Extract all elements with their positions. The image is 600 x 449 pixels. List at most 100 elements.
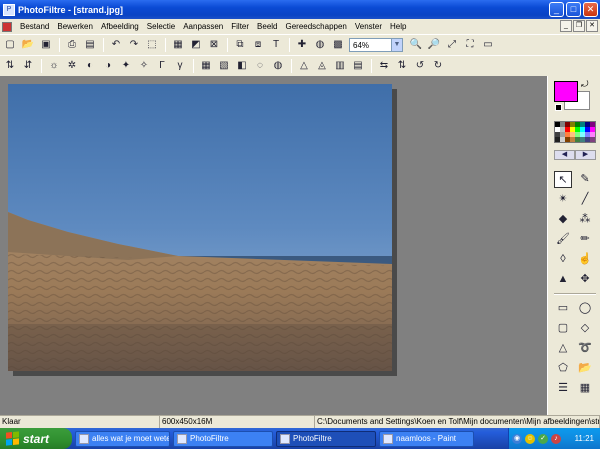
gallery-icon[interactable]: ▩ — [331, 38, 345, 52]
zoom-in-icon[interactable]: 🔍 — [409, 38, 423, 52]
line-icon[interactable]: ╱ — [576, 191, 594, 208]
auto-contrast-icon[interactable]: ⇵ — [21, 59, 35, 73]
rotate-right-icon[interactable]: ↻ — [431, 59, 445, 73]
smudge-icon[interactable]: ☝ — [576, 251, 594, 268]
triangle-icon[interactable]: △ — [297, 59, 311, 73]
close-icon[interactable]: ✕ — [586, 20, 598, 32]
gamma-down-icon[interactable]: γ — [173, 59, 187, 73]
menu-afbeelding[interactable]: Afbeelding — [97, 22, 143, 31]
copy-icon[interactable]: ⧉ — [233, 38, 247, 52]
soften-icon[interactable]: ◍ — [271, 59, 285, 73]
menu-bestand[interactable]: Bestand — [16, 22, 53, 31]
transform-icon[interactable]: ⊠ — [207, 38, 221, 52]
diamond-select-icon[interactable]: ◇ — [576, 320, 594, 337]
blur-icon[interactable]: ◌ — [253, 59, 267, 73]
plugin-icon[interactable]: ✚ — [295, 38, 309, 52]
image-size-icon[interactable]: ▦ — [171, 38, 185, 52]
brightness-down-icon[interactable]: ✲ — [65, 59, 79, 73]
color-balance-icon[interactable]: ▤ — [351, 59, 365, 73]
gamma-up-icon[interactable]: Γ — [155, 59, 169, 73]
actual-size-icon[interactable]: ⛶ — [463, 38, 477, 52]
align-icon[interactable]: ☰ — [554, 380, 572, 397]
menu-gereedschappen[interactable]: Gereedschappen — [282, 22, 351, 31]
auto-levels-icon[interactable]: ⇅ — [3, 59, 17, 73]
brush-icon[interactable]: 🖌 — [554, 231, 572, 248]
chevron-down-icon[interactable]: ▼ — [391, 39, 402, 51]
sharpen-icon[interactable]: ◧ — [235, 59, 249, 73]
messenger-icon[interactable]: ☺ — [525, 433, 535, 444]
swap-colors-icon[interactable]: ⤾ — [581, 79, 589, 90]
taskbar-item[interactable]: PhotoFiltre — [173, 430, 273, 447]
selection-arrow-icon[interactable]: ↖ — [554, 171, 572, 188]
magic-wand-icon[interactable]: ✴ — [554, 191, 572, 208]
grayscale-icon[interactable]: ▦ — [199, 59, 213, 73]
rectangle-select-icon[interactable]: ▭ — [554, 300, 572, 317]
image-canvas[interactable] — [8, 84, 392, 371]
undo-icon[interactable]: ↶ — [109, 38, 123, 52]
network-icon[interactable]: ◉ — [512, 433, 522, 444]
fit-to-window-icon[interactable]: ⤢ — [445, 38, 459, 52]
crop-icon[interactable]: ⬚ — [145, 38, 159, 52]
grid-icon[interactable]: ▦ — [576, 380, 594, 397]
contrast-up-icon[interactable]: ◐ — [83, 59, 97, 73]
brightness-up-icon[interactable]: ☼ — [47, 59, 61, 73]
menu-bewerken[interactable]: Bewerken — [53, 22, 97, 31]
layers-icon[interactable]: ◩ — [189, 38, 203, 52]
reset-colors-icon[interactable] — [555, 104, 562, 111]
taskbar-item[interactable]: naamloos - Paint — [379, 430, 474, 447]
workspace[interactable] — [0, 76, 547, 415]
polygon-select-icon[interactable]: ⬠ — [554, 360, 572, 377]
new-file-icon[interactable]: ▢ — [3, 38, 17, 52]
pencil-icon[interactable]: ✏ — [576, 231, 594, 248]
taskbar-item[interactable]: alles wat je moet weten — [75, 430, 170, 447]
document-icon[interactable] — [2, 21, 12, 32]
saturation-up-icon[interactable]: ✦ — [119, 59, 133, 73]
sepia-icon[interactable]: ▧ — [217, 59, 231, 73]
rgb-icon[interactable]: ▥ — [333, 59, 347, 73]
save-icon[interactable]: ▣ — [39, 38, 53, 52]
maximize-icon[interactable]: □ — [566, 2, 581, 17]
menu-beeld[interactable]: Beeld — [253, 22, 281, 31]
palette-swatch[interactable] — [590, 137, 595, 142]
fullscreen-icon[interactable]: ▭ — [481, 38, 495, 52]
taskbar-item-active[interactable]: PhotoFiltre — [276, 430, 376, 447]
color-palette[interactable] — [554, 121, 596, 143]
drop-icon[interactable]: ◬ — [315, 59, 329, 73]
saturation-down-icon[interactable]: ✧ — [137, 59, 151, 73]
foreground-color-swatch[interactable] — [554, 81, 578, 102]
minimize-icon[interactable]: _ — [560, 20, 572, 32]
fill-bucket-icon[interactable]: ◆ — [554, 211, 572, 228]
ellipse-select-icon[interactable]: ◯ — [576, 300, 594, 317]
close-icon[interactable]: ✕ — [583, 2, 598, 17]
open-shape-icon[interactable]: 📂 — [576, 360, 594, 377]
text-icon[interactable]: T — [269, 38, 283, 52]
rounded-rect-select-icon[interactable]: ▢ — [554, 320, 572, 337]
menu-venster[interactable]: Venster — [351, 22, 386, 31]
menu-help[interactable]: Help — [386, 22, 410, 31]
antivirus-icon[interactable]: ✓ — [538, 433, 548, 444]
restore-icon[interactable]: ❐ — [573, 20, 585, 32]
print-icon[interactable]: ⎙ — [65, 38, 79, 52]
menu-aanpassen[interactable]: Aanpassen — [179, 22, 227, 31]
lasso-icon[interactable]: ➰ — [576, 340, 594, 357]
rotate-left-icon[interactable]: ↺ — [413, 59, 427, 73]
stamp-icon[interactable]: ▲ — [554, 271, 572, 288]
flip-horizontal-icon[interactable]: ⇆ — [377, 59, 391, 73]
volume-icon[interactable]: ♪ — [551, 433, 561, 444]
chevron-left-icon[interactable]: ◀ — [554, 150, 575, 160]
menu-selectie[interactable]: Selectie — [143, 22, 179, 31]
redo-icon[interactable]: ↷ — [127, 38, 141, 52]
flip-vertical-icon[interactable]: ⇅ — [395, 59, 409, 73]
triangle-select-icon[interactable]: △ — [554, 340, 572, 357]
move-icon[interactable]: ✥ — [576, 271, 594, 288]
photofiltre-app-icon[interactable]: P — [3, 3, 15, 16]
spray-icon[interactable]: ⁂ — [576, 211, 594, 228]
contrast-down-icon[interactable]: ◑ — [101, 59, 115, 73]
minimize-icon[interactable]: _ — [549, 2, 564, 17]
blur-drop-icon[interactable]: ◊ — [554, 251, 572, 268]
scan-icon[interactable]: ▤ — [83, 38, 97, 52]
color-picker-icon[interactable]: ✎ — [576, 171, 594, 188]
start-button[interactable]: start — [0, 428, 72, 449]
paste-icon[interactable]: ⧈ — [251, 38, 265, 52]
zoom-out-icon[interactable]: 🔎 — [427, 38, 441, 52]
